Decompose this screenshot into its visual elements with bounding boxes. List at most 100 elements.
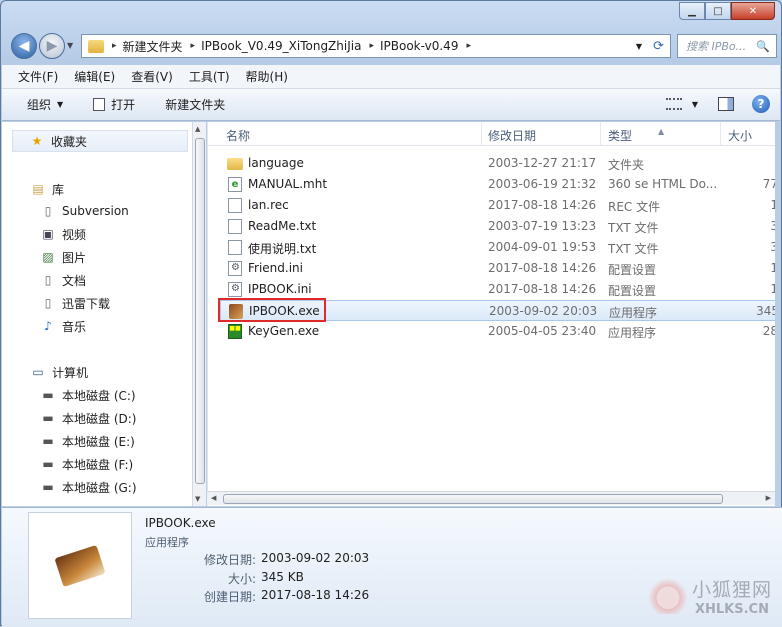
sidebar-item-drive-g[interactable]: ▬ 本地磁盘 (G:) bbox=[40, 476, 136, 498]
scrollbar-thumb[interactable] bbox=[195, 138, 205, 484]
sidebar-item-subversion[interactable]: ▯ Subversion bbox=[40, 200, 129, 222]
menu-file[interactable]: 文件(F) bbox=[18, 68, 58, 85]
preview-pane-icon[interactable] bbox=[718, 97, 734, 111]
open-button[interactable]: 打开 bbox=[93, 96, 135, 113]
menu-tools[interactable]: 工具(T) bbox=[189, 68, 230, 85]
text-file-icon bbox=[228, 240, 242, 255]
file-row[interactable]: 使用说明.txt 2004-09-01 19:53 TXT 文件 3 bbox=[220, 237, 775, 258]
close-button[interactable]: ✕ bbox=[731, 2, 775, 20]
sidebar-item-favorites[interactable]: ★ 收藏夹 bbox=[12, 130, 188, 152]
menu-view[interactable]: 查看(V) bbox=[131, 68, 173, 85]
menu-edit[interactable]: 编辑(E) bbox=[74, 68, 115, 85]
keygen-icon: ■■ bbox=[228, 324, 242, 339]
drive-icon: ▬ bbox=[42, 457, 54, 471]
organize-button[interactable]: 组织 ▼ bbox=[27, 96, 63, 113]
navigation-pane-scrollbar[interactable]: ▲ ▼ bbox=[192, 122, 206, 506]
organize-label: 组织 bbox=[27, 98, 52, 112]
sidebar-item-drive-f[interactable]: ▬ 本地磁盘 (F:) bbox=[40, 453, 133, 475]
scroll-down-icon[interactable]: ▼ bbox=[195, 495, 200, 503]
search-input[interactable]: 搜索 IPBo... 🔍 bbox=[677, 34, 777, 58]
file-row[interactable]: Friend.ini 2017-08-18 14:26 配置设置 1 bbox=[220, 258, 775, 279]
sidebar-item-drive-d[interactable]: ▬ 本地磁盘 (D:) bbox=[40, 407, 136, 429]
address-dropdown-icon[interactable]: ▼ bbox=[636, 42, 642, 51]
file-row[interactable]: e MANUAL.mht 2003-06-19 21:32 360 se HTM… bbox=[220, 174, 775, 195]
drive-icon: ▬ bbox=[42, 411, 54, 425]
recent-pages-dropdown[interactable]: ▼ bbox=[67, 41, 73, 50]
file-type: TXT 文件 bbox=[608, 242, 659, 256]
minimize-button[interactable]: ▁ bbox=[679, 2, 705, 20]
horizontal-scrollbar[interactable]: ◀ ▶ bbox=[207, 491, 775, 505]
arrow-left-icon: ◀ bbox=[18, 38, 30, 54]
maximize-button[interactable]: □ bbox=[705, 2, 731, 20]
column-divider[interactable] bbox=[600, 122, 601, 146]
file-name: ReadMe.txt bbox=[248, 219, 317, 233]
view-dropdown-icon[interactable]: ▼ bbox=[692, 100, 698, 109]
sidebar-item-label: 图片 bbox=[62, 250, 87, 265]
sidebar-item-label: 本地磁盘 (F:) bbox=[62, 457, 134, 472]
scrollbar-thumb[interactable] bbox=[223, 494, 723, 504]
scroll-left-icon[interactable]: ◀ bbox=[211, 494, 216, 502]
breadcrumb-item[interactable]: IPBook_V0.49_XiTongZhiJia bbox=[201, 39, 361, 53]
file-type: 应用程序 bbox=[608, 326, 657, 340]
search-icon[interactable]: 🔍 bbox=[756, 40, 770, 53]
help-icon[interactable]: ? bbox=[752, 95, 770, 113]
file-row[interactable]: ■■ KeyGen.exe 2005-04-05 23:40 应用程序 28 bbox=[220, 321, 775, 342]
document-icon: ▯ bbox=[44, 273, 52, 287]
sidebar-item-drive-c[interactable]: ▬ 本地磁盘 (C:) bbox=[40, 384, 135, 406]
details-file-name: IPBOOK.exe bbox=[145, 516, 216, 530]
scroll-up-icon[interactable]: ▲ bbox=[195, 125, 200, 133]
file-name: 使用说明.txt bbox=[248, 242, 317, 256]
file-type: 应用程序 bbox=[609, 306, 658, 320]
column-header-size[interactable]: 大小 bbox=[728, 127, 752, 144]
address-bar[interactable]: ▸ 新建文件夹 ▸ IPBook_V0.49_XiTongZhiJia ▸ IP… bbox=[81, 34, 671, 58]
file-type: TXT 文件 bbox=[608, 221, 659, 235]
sidebar-item-drive-e[interactable]: ▬ 本地磁盘 (E:) bbox=[40, 430, 134, 452]
new-folder-label: 新建文件夹 bbox=[165, 98, 226, 112]
command-bar: 组织 ▼ 打开 新建文件夹 ▼ ? bbox=[2, 89, 780, 121]
sidebar-item-thunder-downloads[interactable]: ▯ 迅雷下载 bbox=[40, 292, 110, 314]
file-row-selected[interactable]: IPBOOK.exe 2003-09-02 20:03 应用程序 345 bbox=[220, 300, 775, 321]
sidebar-item-music[interactable]: ♪ 音乐 bbox=[40, 315, 86, 337]
breadcrumb-item[interactable]: IPBook-v0.49 bbox=[380, 39, 458, 53]
sidebar-item-computer[interactable]: ▭ 计算机 bbox=[30, 361, 88, 383]
forward-button[interactable]: ▶ bbox=[39, 33, 65, 59]
file-row[interactable]: language 2003-12-27 21:17 文件夹 bbox=[220, 153, 775, 174]
menu-help[interactable]: 帮助(H) bbox=[246, 68, 288, 85]
column-header-type[interactable]: 类型 bbox=[608, 127, 632, 144]
column-divider[interactable] bbox=[481, 122, 482, 146]
details-modified-value: 2003-09-02 20:03 bbox=[261, 551, 370, 565]
sidebar-item-documents[interactable]: ▯ 文档 bbox=[40, 269, 86, 291]
new-folder-button[interactable]: 新建文件夹 bbox=[165, 96, 225, 113]
back-button[interactable]: ◀ bbox=[11, 33, 37, 59]
file-row[interactable]: lan.rec 2017-08-18 14:26 REC 文件 1 bbox=[220, 195, 775, 216]
sidebar-item-library[interactable]: ▤ 库 bbox=[30, 178, 64, 200]
refresh-icon[interactable]: ⟳ bbox=[653, 39, 664, 54]
column-header-date[interactable]: 修改日期 bbox=[488, 127, 536, 144]
watermark-en: XHLKS.CN bbox=[695, 602, 769, 617]
view-options-icon[interactable] bbox=[665, 98, 682, 110]
application-icon bbox=[229, 304, 243, 319]
sidebar-item-videos[interactable]: ▣ 视频 bbox=[40, 223, 86, 245]
file-list: 名称 修改日期 类型 ▲ 大小 language 2003-12-27 21:1… bbox=[207, 122, 775, 506]
file-thumbnail bbox=[28, 512, 132, 619]
file-name: IPBOOK.ini bbox=[248, 282, 312, 296]
menu-bar: 文件(F) 编辑(E) 查看(V) 工具(T) 帮助(H) bbox=[2, 65, 780, 89]
sidebar-item-pictures[interactable]: ▨ 图片 bbox=[40, 246, 86, 268]
column-header-name[interactable]: 名称 bbox=[226, 127, 250, 144]
file-date: 2017-08-18 14:26 bbox=[488, 198, 597, 212]
file-size: 1 bbox=[724, 261, 775, 275]
file-date: 2005-04-05 23:40 bbox=[488, 324, 597, 338]
scroll-right-icon[interactable]: ▶ bbox=[766, 494, 771, 502]
fox-logo-icon bbox=[647, 578, 688, 614]
config-file-icon bbox=[228, 261, 242, 276]
file-date: 2003-07-19 13:23 bbox=[488, 219, 597, 233]
breadcrumb-item[interactable]: 新建文件夹 bbox=[123, 38, 183, 55]
details-created-label: 创建日期: bbox=[203, 590, 256, 604]
file-type: 配置设置 bbox=[608, 263, 657, 277]
file-row[interactable]: ReadMe.txt 2003-07-19 13:23 TXT 文件 3 bbox=[220, 216, 775, 237]
drive-icon: ▬ bbox=[42, 480, 54, 494]
navigation-bar: ◀ ▶ ▼ ▸ 新建文件夹 ▸ IPBook_V0.49_XiTongZhiJi… bbox=[9, 31, 777, 61]
file-row[interactable]: IPBOOK.ini 2017-08-18 14:26 配置设置 1 bbox=[220, 279, 775, 300]
sidebar-item-label: 收藏夹 bbox=[51, 134, 88, 149]
column-divider[interactable] bbox=[720, 122, 721, 146]
